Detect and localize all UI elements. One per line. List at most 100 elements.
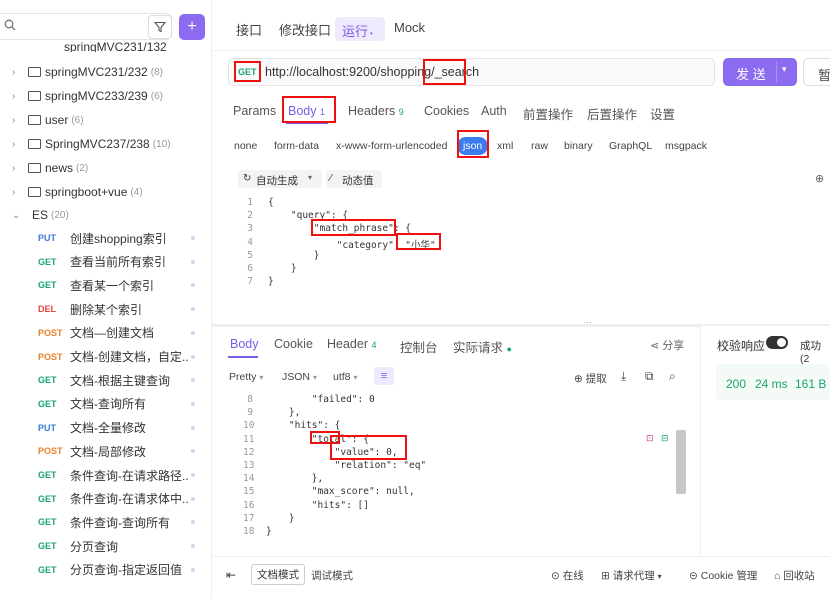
copy-icon[interactable]: ⧉ xyxy=(645,369,654,384)
bodytype-none[interactable]: none xyxy=(234,140,257,152)
sidebar-folder[interactable]: › SpringMVC237/238 (10) xyxy=(0,132,171,156)
collapse-sidebar-icon[interactable]: ⇤ xyxy=(226,568,236,582)
resp-tab-cookie[interactable]: Cookie xyxy=(274,337,313,351)
method-select[interactable]: GET xyxy=(238,67,257,77)
line-number: 13 xyxy=(243,460,255,471)
tab-edit-api[interactable]: 修改接口 xyxy=(279,20,331,39)
tab-params[interactable]: Params xyxy=(233,104,276,118)
sidebar-api-item[interactable]: PUT 创建shopping索引 xyxy=(0,226,211,250)
status-dot xyxy=(191,236,195,240)
code-line: { xyxy=(268,197,274,208)
sidebar-api-item[interactable]: GET 条件查询-查询所有 xyxy=(0,510,211,534)
line-number: 6 xyxy=(247,263,253,274)
download-icon[interactable]: ⤓ xyxy=(621,369,626,384)
validate-toggle[interactable] xyxy=(766,336,788,349)
sidebar-folder[interactable]: › news (2) xyxy=(0,156,88,180)
expand-icon[interactable]: ⊡ xyxy=(646,433,654,444)
bodytype-form-data[interactable]: form-data xyxy=(274,140,319,152)
send-button[interactable]: 发 送 ▾ xyxy=(723,58,797,86)
folder-partial[interactable]: springMVC231/132 xyxy=(0,38,167,52)
chevron-down-icon[interactable]: ▾ xyxy=(782,64,787,75)
online-status[interactable]: ⊙ 在线 xyxy=(551,568,584,583)
sidebar-api-item[interactable]: GET 查看当前所有索引 xyxy=(0,250,211,274)
sidebar-api-item[interactable]: DEL 删除某个索引 xyxy=(0,297,211,321)
code-line: } xyxy=(268,276,274,288)
tab-api[interactable]: 接口 xyxy=(236,20,262,39)
tab-mock[interactable]: Mock xyxy=(394,20,425,35)
method-badge: GET xyxy=(38,541,57,552)
sidebar-api-item[interactable]: GET 条件查询-在请求路径... xyxy=(0,463,211,487)
code-line: }, xyxy=(266,473,324,485)
wrap-toggle[interactable]: ≡ xyxy=(374,367,394,385)
resp-tab-header[interactable]: Header 4 xyxy=(327,337,377,351)
api-title: 文档-根据主键查询 xyxy=(70,373,170,388)
chevron-right-icon: › xyxy=(12,90,16,102)
dynamic-value-button[interactable]: ⁄ 动态值 xyxy=(326,170,382,188)
search-input[interactable] xyxy=(0,13,172,40)
sidebar-api-item[interactable]: POST 文档—创建文档 xyxy=(0,321,211,345)
resp-tab-console[interactable]: 控制台 xyxy=(400,337,438,356)
collapse-icon[interactable]: ⊟ xyxy=(661,433,669,444)
tab-auth[interactable]: Auth xyxy=(481,104,507,118)
resp-tab-actual-request[interactable]: 实际请求 ● xyxy=(453,337,512,356)
sidebar-api-item[interactable]: GET 文档-查询所有 xyxy=(0,392,211,416)
auto-generate-button[interactable]: ↻ 自动生成 ▾ xyxy=(238,170,322,188)
bodytype-graphql[interactable]: GraphQL xyxy=(609,140,652,152)
sidebar-api-item[interactable]: POST 文档-局部修改 xyxy=(0,439,211,463)
sidebar-folder[interactable]: › springMVC233/239 (6) xyxy=(0,84,163,108)
tab-settings[interactable]: 设置 xyxy=(650,104,675,123)
add-button[interactable]: + xyxy=(179,14,205,40)
encoding-select[interactable]: utf8 ▾ xyxy=(333,371,357,383)
sidebar-folder[interactable]: › springboot+vue (4) xyxy=(0,180,143,204)
doc-mode-button[interactable]: 文档模式 xyxy=(251,564,305,585)
status-dot xyxy=(191,354,195,359)
tab-body[interactable]: Body 1 xyxy=(288,104,325,118)
cookie-manager-button[interactable]: ⊝ Cookie 管理 xyxy=(689,568,757,583)
status-code: 200 xyxy=(726,377,747,391)
sidebar-api-item[interactable]: GET 查看某一个索引 xyxy=(0,273,211,297)
sidebar-api-item[interactable]: GET 分页查询 xyxy=(0,534,211,558)
wrap-icon: ≡ xyxy=(380,370,388,382)
extract-button[interactable]: ⊕ 提取 xyxy=(574,371,607,386)
filter-button[interactable] xyxy=(148,15,172,39)
app-window: + springMVC231/132 › springMVC231/232 (8) ›… xyxy=(0,0,830,598)
code-line: }, xyxy=(266,407,301,419)
bodytype-raw[interactable]: raw xyxy=(531,140,548,152)
sidebar-api-item[interactable]: POST 文档-创建文档，自定... xyxy=(0,345,211,369)
sidebar-folder[interactable]: › springMVC231/232 (8) xyxy=(0,60,163,84)
bodytype-msgpack[interactable]: msgpack xyxy=(665,140,707,152)
folder-icon xyxy=(28,67,41,77)
sidebar-api-item[interactable]: GET 条件查询-在请求体中... xyxy=(0,487,211,511)
resp-tab-body[interactable]: Body xyxy=(230,337,259,351)
sidebar-folder[interactable]: ⌄ ES (20) xyxy=(0,203,69,227)
bodytype-xml[interactable]: xml xyxy=(497,140,513,152)
pretty-select[interactable]: Pretty ▾ xyxy=(229,371,263,383)
sidebar-api-item[interactable]: GET 分页查询-指定返回值 xyxy=(0,558,211,582)
scrollbar[interactable] xyxy=(676,430,686,494)
search-icon[interactable]: ⌕ xyxy=(669,369,676,384)
bodytype-binary[interactable]: binary xyxy=(564,140,593,152)
url-input[interactable]: http://localhost:9200/shopping/_search xyxy=(265,65,479,79)
debug-mode-button[interactable]: 调试模式 xyxy=(311,568,353,583)
sidebar-folder[interactable]: › user (6) xyxy=(0,108,84,132)
method-badge: GET xyxy=(38,564,57,575)
settings-icon[interactable]: ⊕ xyxy=(815,172,824,185)
line-number: 8 xyxy=(247,394,253,405)
save-button[interactable]: 暂 xyxy=(803,58,830,86)
share-button[interactable]: ⋖ 分享 xyxy=(650,337,684,353)
tab-post-ops[interactable]: 后置操作 xyxy=(587,104,637,123)
tab-headers[interactable]: Headers 9 xyxy=(348,104,404,118)
divider xyxy=(776,61,777,83)
bodytype-urlencoded[interactable]: x-www-form-urlencoded xyxy=(336,140,447,152)
tab-run[interactable]: 运行 • xyxy=(335,17,385,41)
sidebar-api-item[interactable]: PUT 文档-全量修改 xyxy=(0,416,211,440)
api-title: 文档—创建文档 xyxy=(70,326,155,341)
recycle-bin-button[interactable]: ⌂ 回收站 xyxy=(774,568,815,583)
proxy-button[interactable]: ⊞ 请求代理 ▾ xyxy=(601,568,662,583)
tab-pre-ops[interactable]: 前置操作 xyxy=(523,104,573,123)
format-select[interactable]: JSON ▾ xyxy=(282,371,317,383)
method-badge: GET xyxy=(38,256,57,267)
tab-cookies[interactable]: Cookies xyxy=(424,104,469,118)
bodytype-json[interactable]: json xyxy=(457,137,489,155)
sidebar-api-item[interactable]: GET 文档-根据主键查询 xyxy=(0,368,211,392)
